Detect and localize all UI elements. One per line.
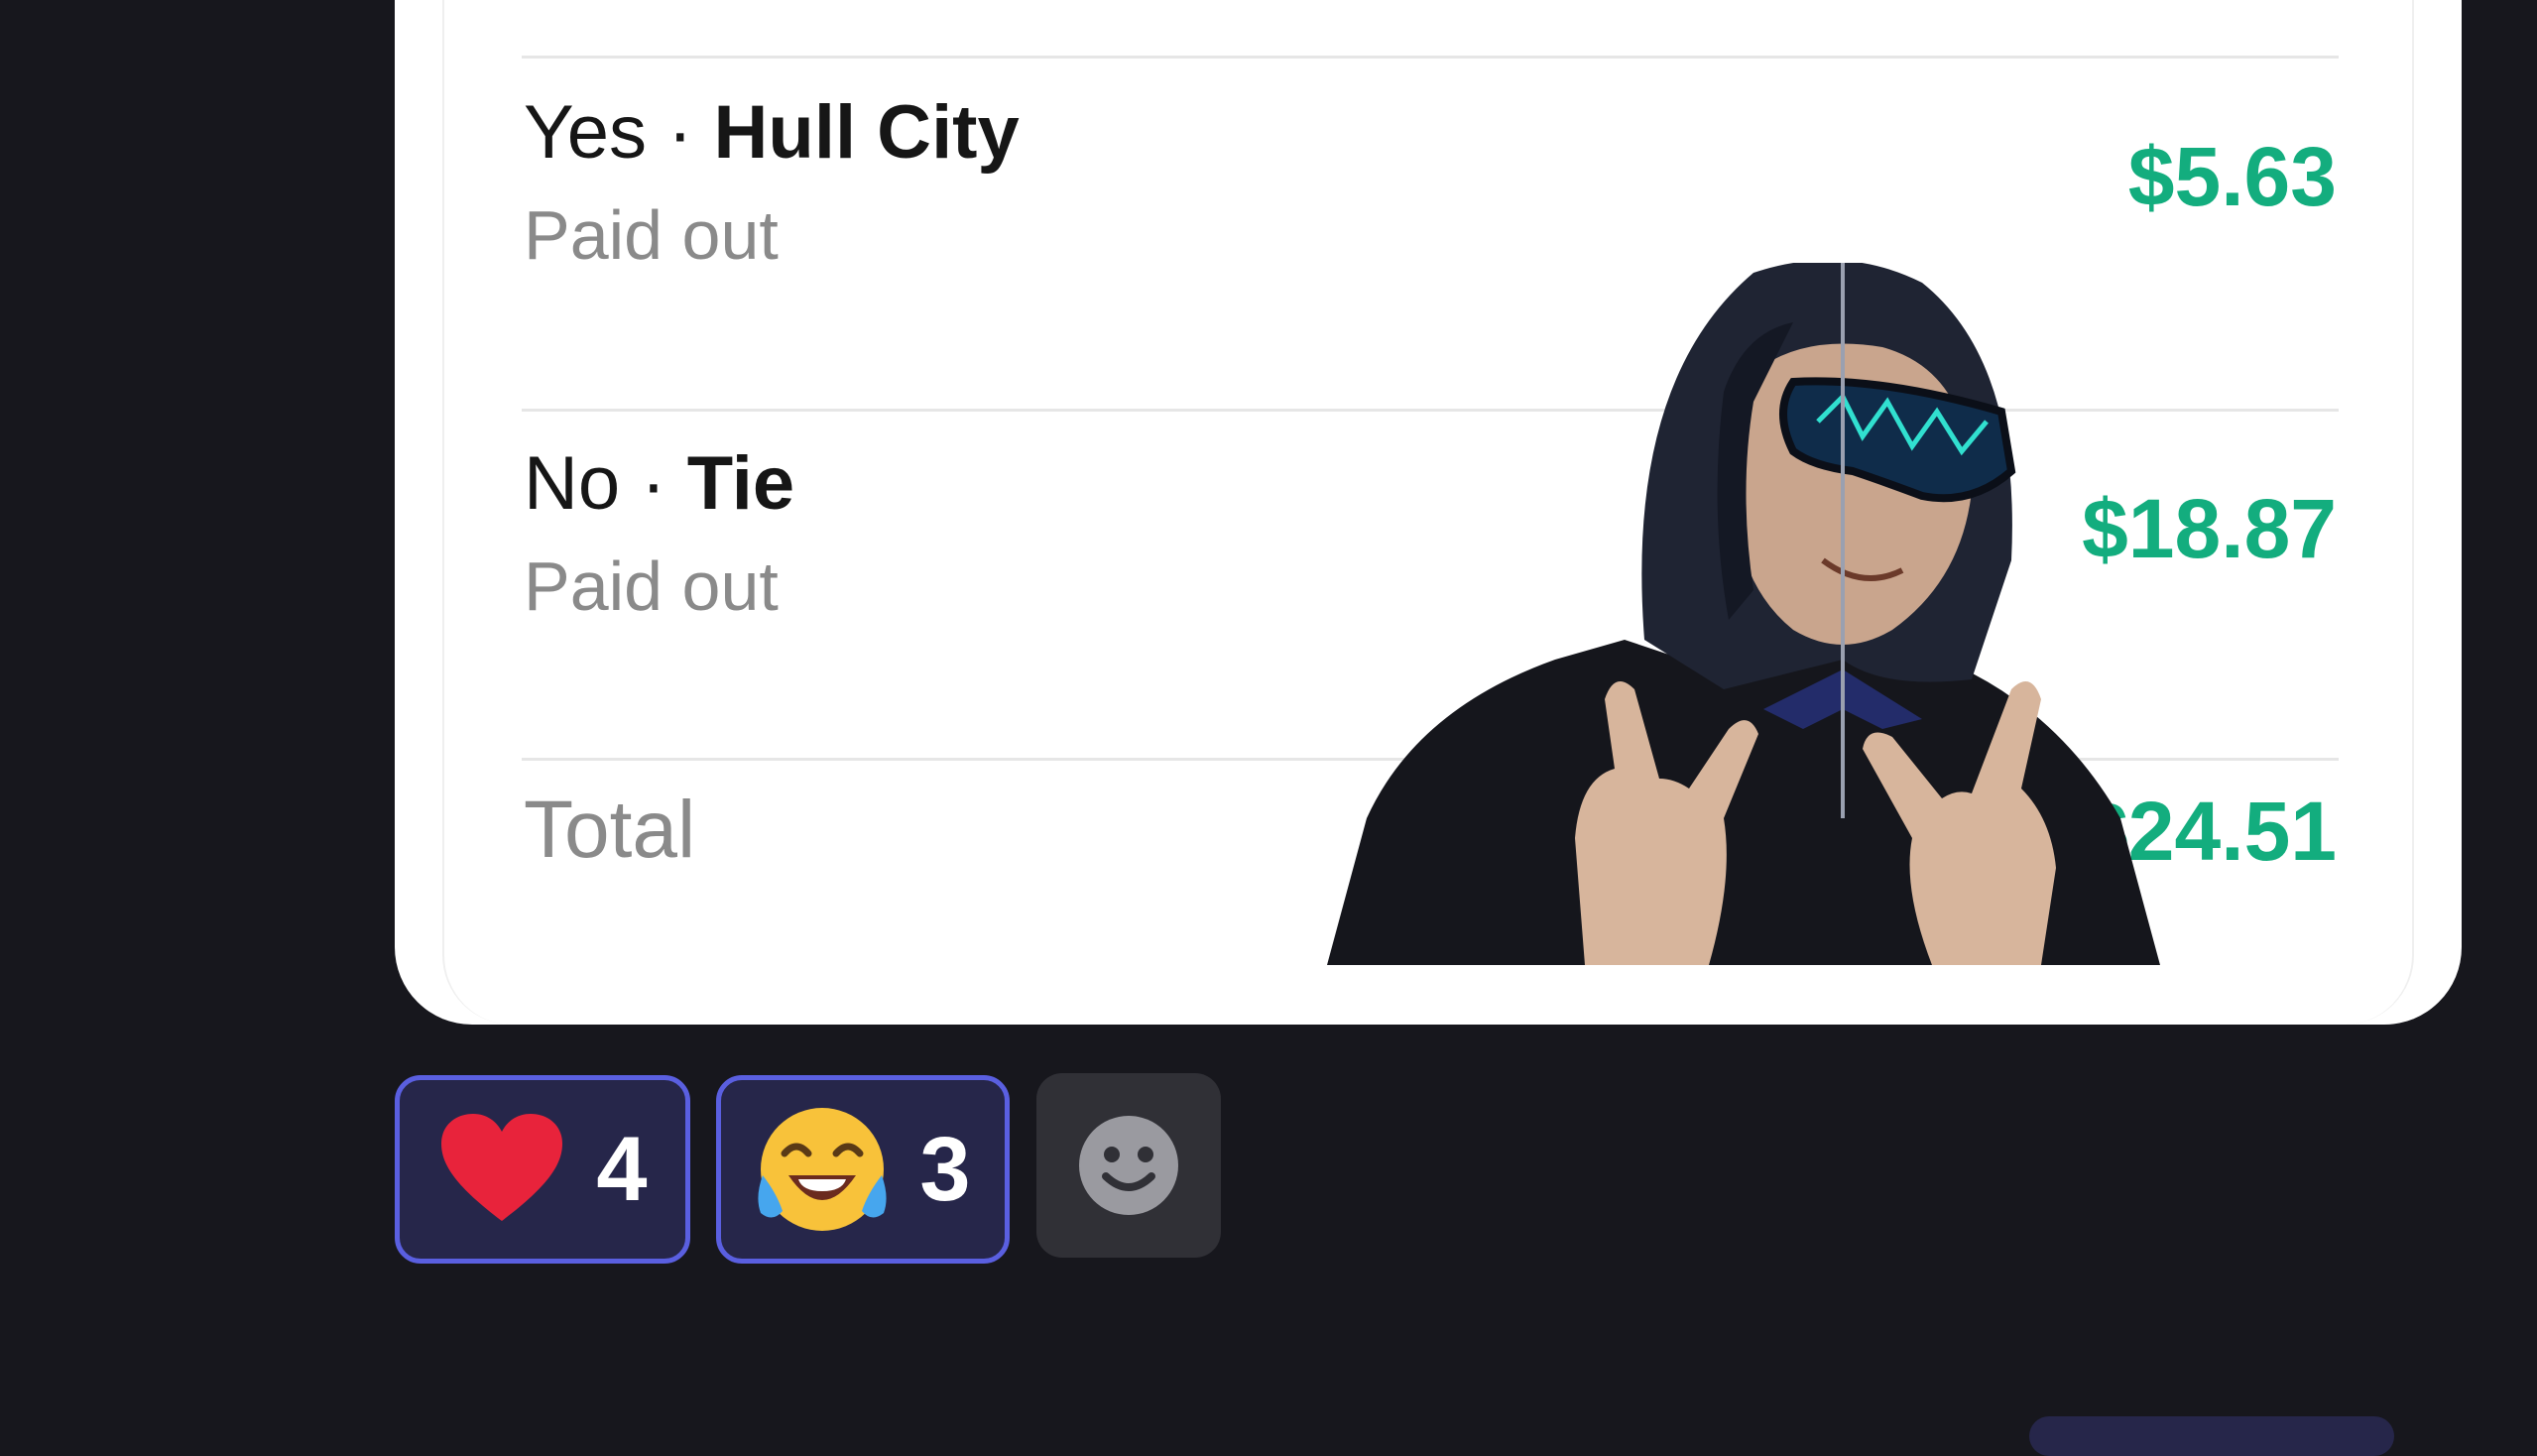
smiley-add-icon xyxy=(1079,1116,1178,1215)
bet-outcome: Tie xyxy=(686,441,795,526)
bet-side: Yes xyxy=(524,90,647,175)
bet-status: Paid out xyxy=(524,547,779,625)
reaction-count: 4 xyxy=(596,1118,648,1220)
bet-outcome: Hull City xyxy=(713,90,1020,175)
add-reaction-button[interactable] xyxy=(1036,1073,1221,1258)
bet-status: Paid out xyxy=(524,196,779,274)
bet-separator: · xyxy=(646,90,714,175)
reaction-count: 3 xyxy=(919,1118,971,1220)
payout-card: Yes · Hull City Paid out $5.63 No · Tie … xyxy=(395,0,2462,1025)
bet-separator: · xyxy=(620,441,687,526)
reaction-heart[interactable]: 4 xyxy=(395,1075,690,1264)
bet-amount: $5.63 xyxy=(2127,130,2337,223)
bet-title: Yes · Hull City xyxy=(524,89,1020,176)
bet-side: No xyxy=(524,441,621,526)
bottom-partial-element xyxy=(2029,1416,2394,1456)
heart-icon xyxy=(441,1114,563,1221)
divider xyxy=(522,56,2339,59)
person-sticker xyxy=(1327,263,2160,965)
total-label: Total xyxy=(524,785,696,875)
reaction-tears-of-joy[interactable]: 3 xyxy=(716,1075,1010,1264)
tears-of-joy-icon xyxy=(758,1108,887,1231)
bet-title: No · Tie xyxy=(524,440,794,527)
